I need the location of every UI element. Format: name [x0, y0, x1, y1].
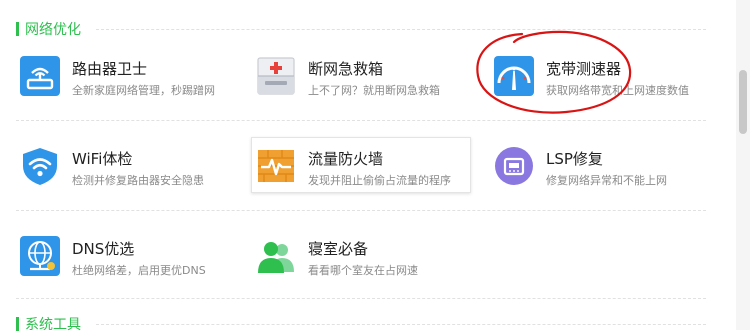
section-accent-bar: [16, 317, 19, 331]
row-divider: [16, 298, 706, 299]
speedometer-icon: [494, 56, 534, 96]
tool-desc: 全新家庭网络管理，秒踢蹭网: [72, 84, 215, 97]
tool-desc: 发现并阻止偷偷占流量的程序: [308, 174, 451, 187]
tool-name: WiFi体检: [72, 150, 133, 168]
section-accent-bar: [16, 22, 19, 36]
tool-router-guard[interactable]: 路由器卫士 全新家庭网络管理，秒踢蹭网: [16, 50, 236, 102]
tool-network-first-aid[interactable]: 断网急救箱 上不了网？就用断网急救箱: [252, 50, 472, 102]
section-header-network: 网络优化: [16, 21, 81, 38]
router-icon: [20, 56, 60, 96]
firewall-icon: [256, 146, 296, 186]
tool-dorm-essentials[interactable]: 寝室必备 看看哪个室友在占网速: [252, 230, 472, 282]
tool-speed-test[interactable]: 宽带测速器 获取网络带宽和上网速度数值: [490, 50, 710, 102]
dns-globe-icon: [20, 236, 60, 276]
tool-desc: 获取网络带宽和上网速度数值: [546, 84, 689, 97]
tool-desc: 上不了网？就用断网急救箱: [308, 84, 440, 97]
tool-lsp-repair[interactable]: LSP修复 修复网络异常和不能上网: [490, 140, 710, 192]
tool-desc: 修复网络异常和不能上网: [546, 174, 667, 187]
roommates-icon: [256, 236, 296, 276]
tool-name: 寝室必备: [308, 240, 369, 258]
tool-name: 断网急救箱: [308, 60, 384, 78]
section-divider: [96, 29, 706, 30]
first-aid-kit-icon: [256, 56, 296, 96]
tool-desc: 杜绝网络差，启用更优DNS: [72, 264, 206, 277]
tool-name: LSP修复: [546, 150, 603, 168]
tool-dns-optimize[interactable]: DNS优选 杜绝网络差，启用更优DNS: [16, 230, 236, 282]
scrollbar-thumb[interactable]: [739, 70, 747, 134]
row-divider: [16, 120, 706, 121]
tool-name: DNS优选: [72, 240, 135, 258]
tool-traffic-firewall[interactable]: 流量防火墙 发现并阻止偷偷占流量的程序: [251, 137, 471, 193]
tool-name: 流量防火墙: [308, 150, 384, 168]
tool-wifi-check[interactable]: WiFi体检 检测并修复路由器安全隐患: [16, 140, 236, 192]
section-title: 系统工具: [25, 317, 81, 333]
tool-name: 路由器卫士: [72, 60, 148, 78]
vertical-scrollbar[interactable]: [736, 0, 750, 330]
row-divider: [16, 210, 706, 211]
wifi-shield-icon: [20, 146, 60, 186]
section-title: 网络优化: [25, 22, 81, 38]
lsp-repair-icon: [494, 146, 534, 186]
section-divider: [96, 324, 706, 325]
tool-desc: 看看哪个室友在占网速: [308, 264, 418, 277]
tool-name: 宽带测速器: [546, 60, 622, 78]
tool-desc: 检测并修复路由器安全隐患: [72, 174, 204, 187]
